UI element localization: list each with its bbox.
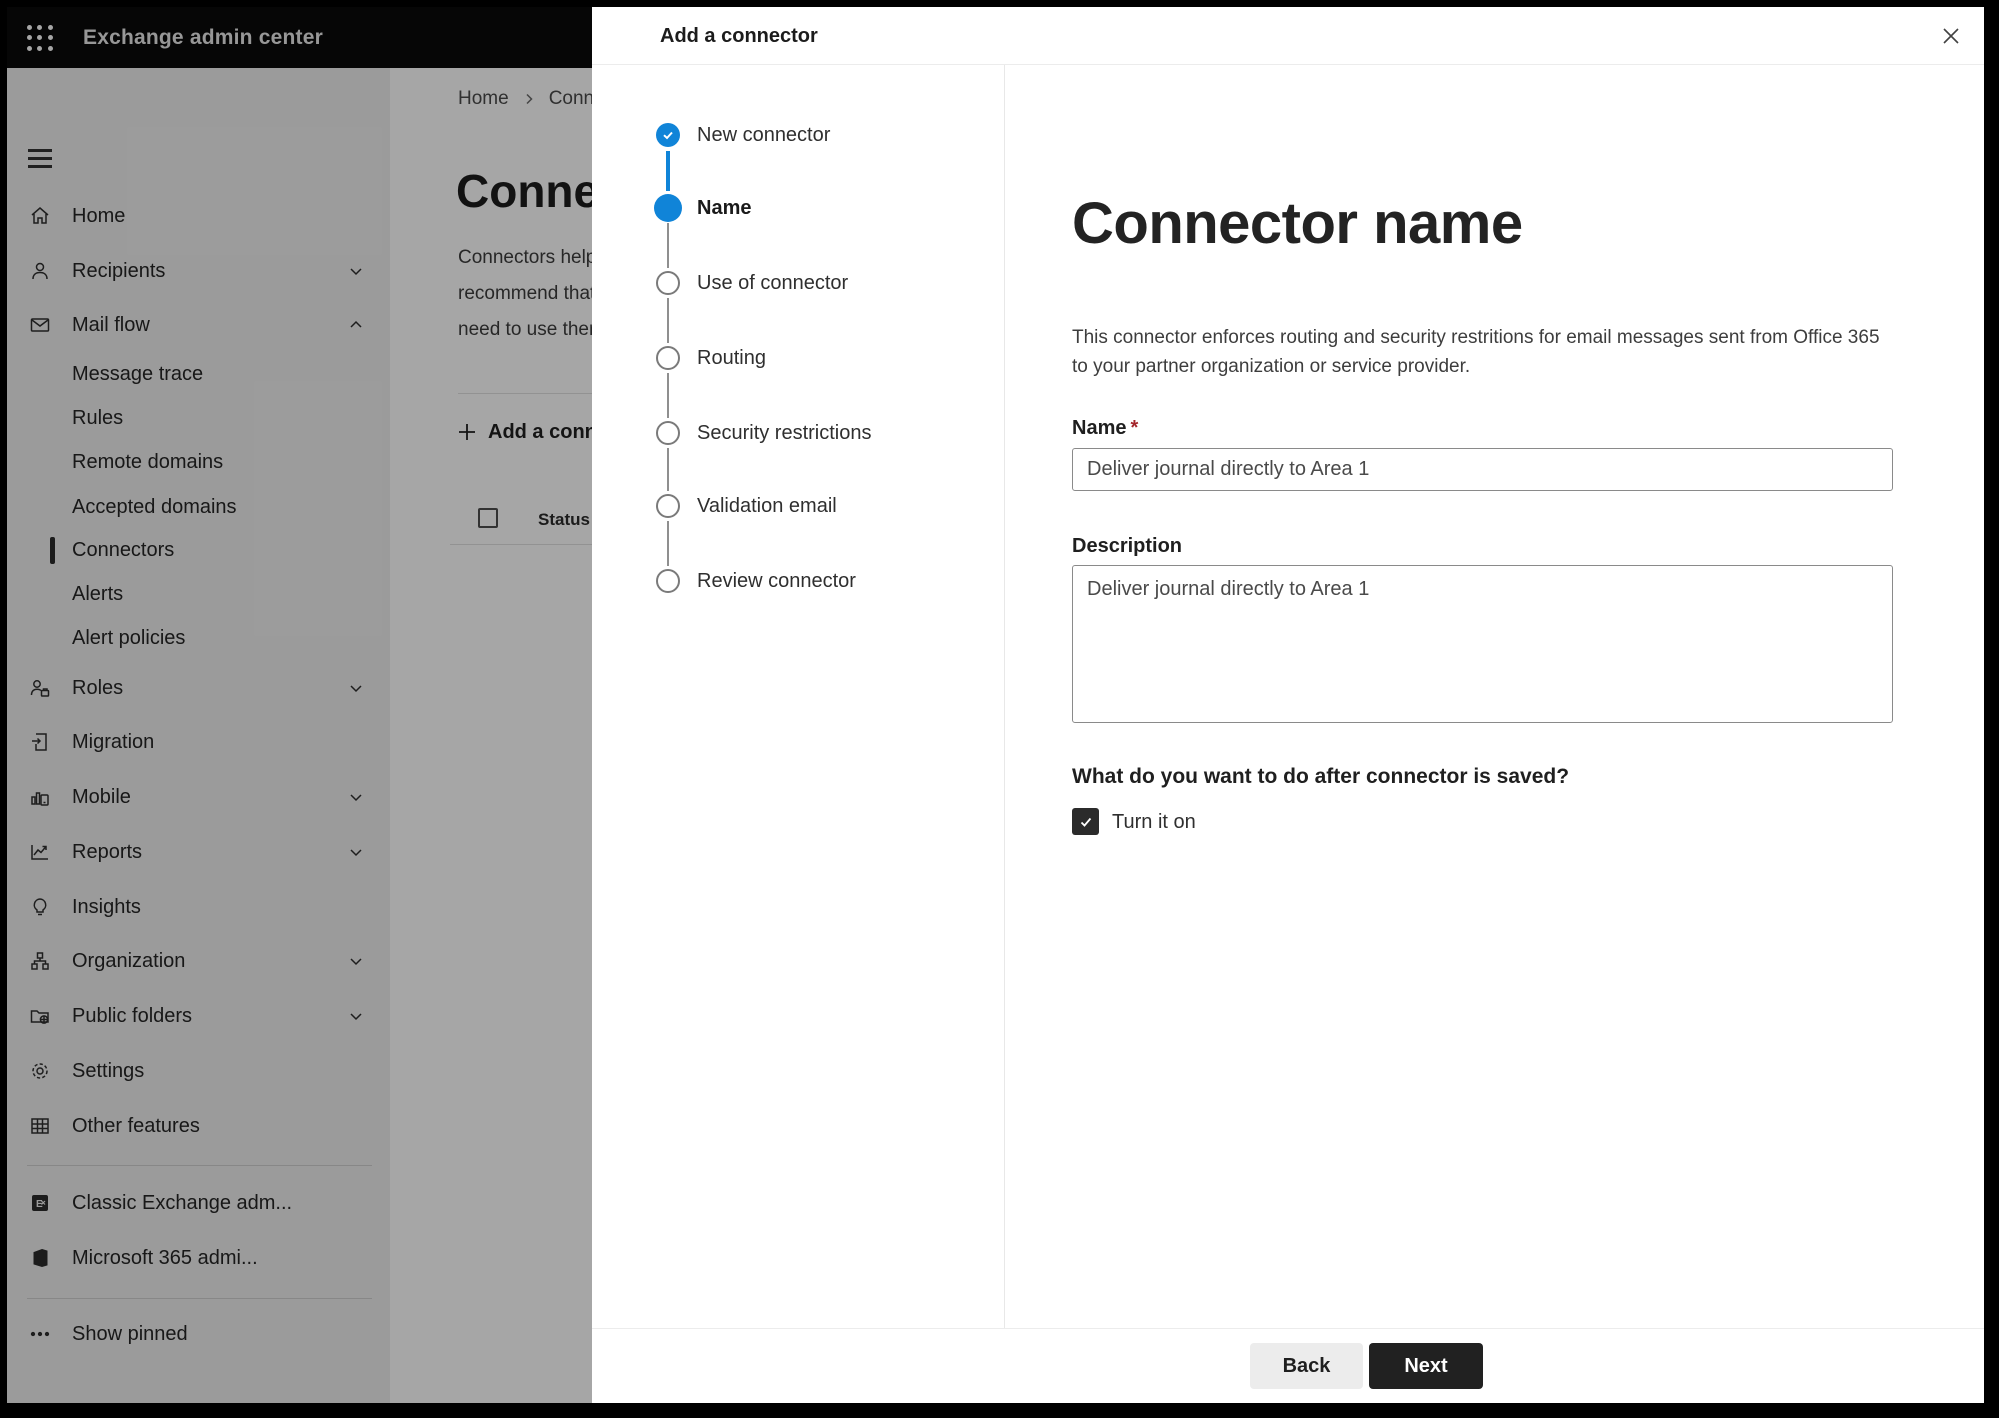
step-connector-line: [667, 298, 669, 343]
checkmark-icon: [663, 131, 673, 140]
connector-name-input[interactable]: [1072, 448, 1893, 491]
step-connector-line: [667, 448, 669, 491]
exchange-admin-center-app: Exchange admin center Home Recipients Ma…: [7, 7, 1984, 1403]
step-upcoming-icon: [656, 421, 680, 445]
step-description: This connector enforces routing and secu…: [1072, 327, 1880, 377]
modal-title: Add a connector: [660, 24, 818, 47]
turn-it-on-checkbox[interactable]: [1072, 808, 1099, 835]
connector-description-textarea[interactable]: Deliver journal directly to Area 1: [1072, 565, 1893, 723]
description-label: Description: [1072, 535, 1183, 557]
step-active-icon: [654, 194, 682, 222]
step-upcoming-icon: [656, 346, 680, 370]
step-completed-icon: [656, 123, 680, 147]
modal-header: Add a connector: [592, 7, 1984, 65]
step-heading: Connector name: [1072, 191, 1523, 256]
next-button[interactable]: Next: [1369, 1343, 1483, 1389]
modal-footer: Back Next: [592, 1328, 1984, 1403]
checkmark-icon: [1080, 817, 1091, 827]
name-label: Name *: [1072, 417, 1139, 439]
wizard-steps: New connector Name Use of connector Rout…: [592, 65, 1005, 1328]
back-button[interactable]: Back: [1250, 1343, 1363, 1389]
add-connector-modal: Add a connector New connector Name Use o…: [592, 7, 1984, 1403]
wizard-content: Connector name This connector enforces r…: [1005, 65, 1984, 1328]
step-upcoming-icon: [656, 271, 680, 295]
close-icon: [1943, 28, 1959, 44]
step-connector-line: [666, 151, 670, 191]
step-connector-line: [667, 223, 669, 268]
after-save-question: What do you want to do after connector i…: [1072, 765, 1570, 788]
required-asterisk: *: [1130, 417, 1139, 439]
step-connector-line: [667, 373, 669, 418]
step-connector-line: [667, 521, 669, 566]
turn-it-on-label: Turn it on: [1112, 811, 1196, 833]
close-button[interactable]: [1936, 21, 1966, 51]
step-upcoming-icon: [656, 494, 680, 518]
step-upcoming-icon: [656, 569, 680, 593]
